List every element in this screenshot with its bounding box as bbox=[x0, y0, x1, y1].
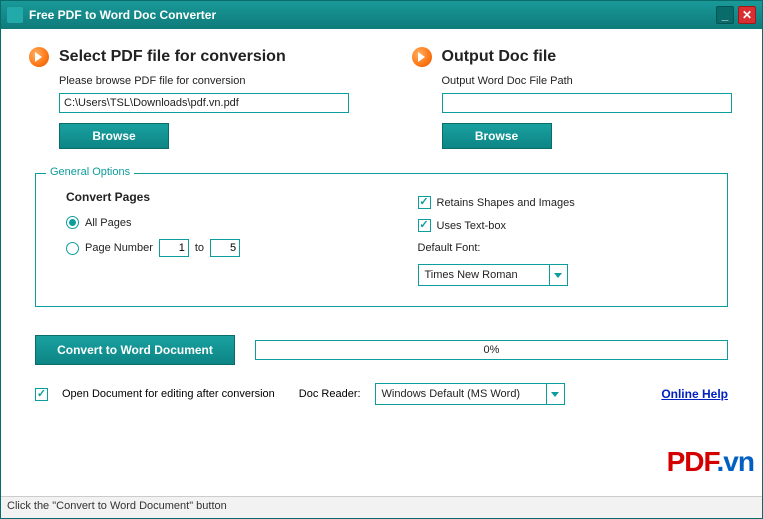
doc-reader-label: Doc Reader: bbox=[299, 388, 361, 400]
output-section: Output Doc file Output Word Doc File Pat… bbox=[412, 47, 735, 149]
title-bar: Free PDF to Word Doc Converter _ ✕ bbox=[1, 1, 762, 29]
retain-shapes-checkbox[interactable] bbox=[418, 196, 431, 209]
input-heading: Select PDF file for conversion bbox=[59, 48, 286, 66]
window-title: Free PDF to Word Doc Converter bbox=[29, 8, 216, 22]
general-options-group: General Options Convert Pages All Pages … bbox=[35, 173, 728, 307]
minimize-button[interactable]: _ bbox=[716, 6, 734, 24]
page-to-input[interactable] bbox=[210, 239, 240, 257]
default-font-select[interactable]: Times New Roman bbox=[418, 264, 568, 286]
status-bar: Click the "Convert to Word Document" but… bbox=[1, 496, 762, 518]
default-font-label: Default Font: bbox=[418, 242, 481, 254]
status-text: Click the "Convert to Word Document" but… bbox=[7, 500, 227, 512]
default-font-value: Times New Roman bbox=[419, 269, 549, 281]
output-heading: Output Doc file bbox=[442, 48, 557, 66]
progress-bar: 0% bbox=[255, 340, 728, 360]
page-to-label: to bbox=[195, 242, 204, 254]
output-browse-button[interactable]: Browse bbox=[442, 123, 552, 149]
progress-text: 0% bbox=[484, 344, 500, 356]
chevron-down-icon bbox=[546, 384, 564, 404]
open-after-label: Open Document for editing after conversi… bbox=[62, 388, 275, 400]
app-icon bbox=[7, 7, 23, 23]
all-pages-radio[interactable] bbox=[66, 216, 79, 229]
page-number-label: Page Number bbox=[85, 242, 153, 254]
convert-button[interactable]: Convert to Word Document bbox=[35, 335, 235, 365]
app-window: Free PDF to Word Doc Converter _ ✕ Selec… bbox=[0, 0, 763, 519]
chevron-down-icon bbox=[549, 265, 567, 285]
output-subtext: Output Word Doc File Path bbox=[442, 75, 735, 87]
options-legend: General Options bbox=[46, 166, 134, 178]
input-section: Select PDF file for conversion Please br… bbox=[29, 47, 352, 149]
page-number-radio[interactable] bbox=[66, 242, 79, 255]
input-browse-button[interactable]: Browse bbox=[59, 123, 169, 149]
convert-pages-label: Convert Pages bbox=[66, 190, 352, 204]
arrow-bullet-icon bbox=[29, 47, 49, 67]
output-path-field[interactable] bbox=[442, 93, 732, 113]
page-from-input[interactable] bbox=[159, 239, 189, 257]
retain-shapes-label: Retains Shapes and Images bbox=[437, 197, 575, 209]
uses-textbox-label: Uses Text-box bbox=[437, 220, 507, 232]
doc-reader-select[interactable]: Windows Default (MS Word) bbox=[375, 383, 565, 405]
input-path-field[interactable] bbox=[59, 93, 349, 113]
arrow-bullet-icon bbox=[412, 47, 432, 67]
all-pages-label: All Pages bbox=[85, 217, 131, 229]
close-button[interactable]: ✕ bbox=[738, 6, 756, 24]
doc-reader-value: Windows Default (MS Word) bbox=[376, 388, 546, 400]
open-after-checkbox[interactable] bbox=[35, 388, 48, 401]
online-help-link[interactable]: Online Help bbox=[661, 387, 728, 401]
watermark: PDF.vn bbox=[667, 446, 754, 478]
input-subtext: Please browse PDF file for conversion bbox=[59, 75, 352, 87]
uses-textbox-checkbox[interactable] bbox=[418, 219, 431, 232]
content-area: Select PDF file for conversion Please br… bbox=[1, 29, 762, 496]
